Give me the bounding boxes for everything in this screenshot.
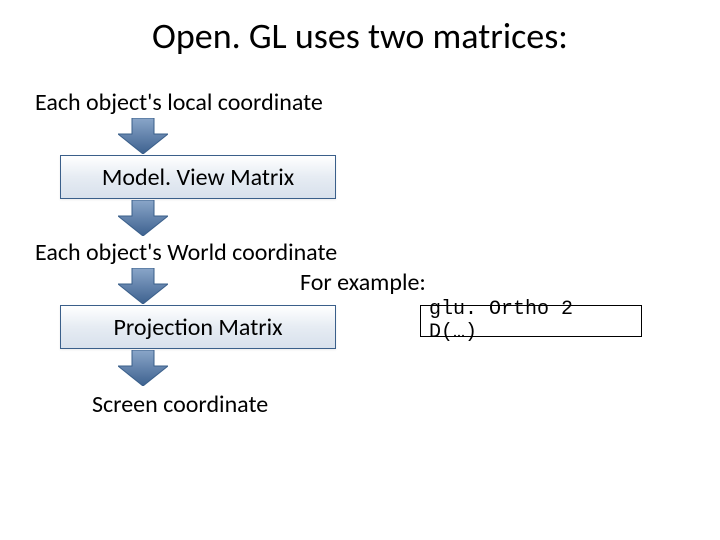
arrow-down-icon xyxy=(118,118,168,154)
arrow-down-icon xyxy=(118,350,168,386)
stage-local-coordinate: Each object's local coordinate xyxy=(35,88,323,117)
arrow-down-icon xyxy=(118,200,168,236)
modelview-matrix-label: Model. View Matrix xyxy=(102,163,294,192)
arrow-down-icon xyxy=(118,268,168,304)
example-code-text: glu. Ortho 2 D(…) xyxy=(429,298,633,344)
example-code-box: glu. Ortho 2 D(…) xyxy=(420,305,642,337)
example-label: For example: xyxy=(300,268,426,297)
slide-title: Open. GL uses two matrices: xyxy=(0,14,720,58)
stage-screen-coordinate: Screen coordinate xyxy=(92,390,268,419)
projection-matrix-label: Projection Matrix xyxy=(113,313,282,342)
stage-world-coordinate: Each object's World coordinate xyxy=(35,238,337,267)
modelview-matrix-box: Model. View Matrix xyxy=(60,155,336,199)
projection-matrix-box: Projection Matrix xyxy=(60,305,336,349)
